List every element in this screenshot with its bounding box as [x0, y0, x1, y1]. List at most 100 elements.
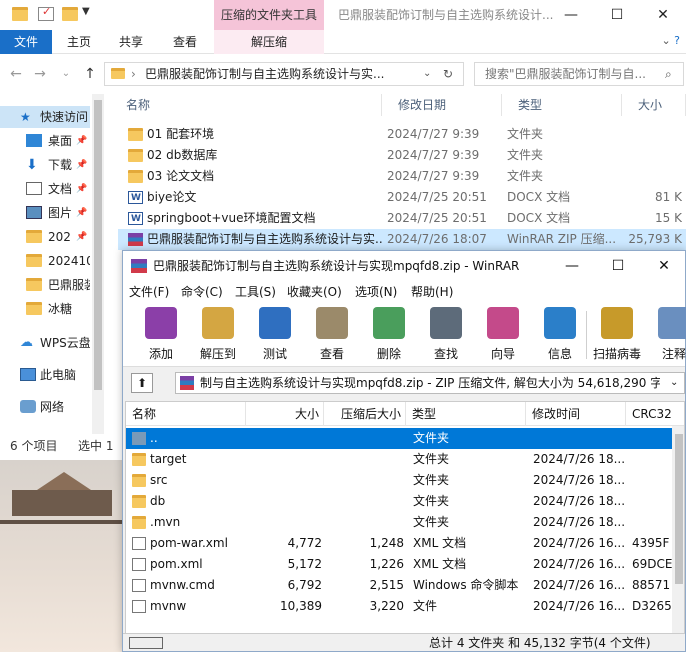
toolbar-button-find[interactable]: 查找 — [418, 307, 474, 365]
recent-locations-icon[interactable]: ⌄ — [56, 64, 76, 84]
archive-item-packed: 1,226 — [369, 557, 404, 571]
tab-home[interactable]: 主页 — [56, 30, 102, 54]
nav-item-documents[interactable]: 文档 📌 — [0, 178, 90, 200]
nav-item-pictures[interactable]: 图片 📌 — [0, 202, 90, 224]
forward-icon[interactable]: → — [30, 64, 50, 84]
toolbar-button-info[interactable]: 信息 — [532, 307, 588, 365]
address-bar-row: ← → ⌄ ↑ › 巴鼎服装配饰订制与自主选购系统设计与实... ⌄ ↻ 搜索"… — [0, 60, 686, 88]
column-header-name[interactable]: 名称 — [110, 94, 382, 116]
archive-row-8[interactable]: mvnw 10,389 3,220 文件 2024/7/26 16... D3265 — [126, 596, 672, 617]
archive-row-4[interactable]: .mvn 文件夹 2024/7/26 18... — [126, 512, 672, 533]
archive-row-1[interactable]: target 文件夹 2024/7/26 18... — [126, 449, 672, 470]
nav-item-folder-202410[interactable]: 202410 — [0, 250, 90, 272]
file-row-3[interactable]: biye论文 2024/7/25 20:51 DOCX 文档 81 K — [118, 187, 686, 209]
archive-row-3[interactable]: db 文件夹 2024/7/26 18... — [126, 491, 672, 512]
nav-item-network[interactable]: 网络 — [0, 396, 90, 418]
customize-toolbar-icon[interactable]: ▼ — [82, 6, 90, 17]
archive-item-type: 文件夹 — [413, 494, 450, 508]
search-icon[interactable]: ⌕ — [665, 63, 672, 85]
path-dropdown-icon[interactable]: ⌄ — [670, 373, 678, 393]
scroll-thumb[interactable] — [675, 434, 683, 584]
maximize-button[interactable]: ☐ — [594, 0, 640, 30]
column-header-name[interactable]: 名称 — [126, 402, 246, 426]
menu-favorites[interactable]: 收藏夹(O) — [287, 281, 342, 303]
toolbar-button-test[interactable]: 测试 — [247, 307, 303, 365]
toolbar-button-comment[interactable]: 注释 — [646, 307, 686, 365]
toolbar-button-wizard[interactable]: 向导 — [475, 307, 531, 365]
new-folder-icon[interactable] — [62, 7, 78, 21]
back-icon[interactable]: ← — [6, 64, 26, 84]
explorer-status-bar: 6 个项目 选中 1 — [0, 434, 130, 458]
scroll-thumb[interactable] — [94, 100, 102, 390]
file-row-0[interactable]: 01 配套环境 2024/7/27 9:39 文件夹 — [118, 124, 686, 145]
close-button[interactable]: ✕ — [640, 0, 686, 30]
toolbar-button-delete[interactable]: 删除 — [361, 307, 417, 365]
column-header-size[interactable]: 大小 — [246, 402, 324, 426]
menu-help[interactable]: 帮助(H) — [411, 281, 453, 303]
refresh-icon[interactable]: ↻ — [443, 63, 453, 85]
folder-icon — [26, 254, 42, 267]
toolbar-button-add-archive[interactable]: 添加 — [133, 307, 189, 365]
toolbar-button-virus-scan[interactable]: 扫描病毒 — [589, 307, 645, 365]
column-header-modified[interactable]: 修改时间 — [526, 402, 626, 426]
minimize-button[interactable]: — — [549, 251, 595, 281]
menu-commands[interactable]: 命令(C) — [181, 281, 223, 303]
archive-item-modified: 2024/7/26 16... — [533, 578, 625, 592]
view-icon — [316, 307, 348, 339]
file-type: DOCX 文档 — [507, 211, 571, 225]
file-row-1[interactable]: 02 db数据库 2024/7/27 9:39 文件夹 — [118, 145, 686, 166]
archive-scrollbar[interactable] — [672, 426, 684, 638]
nav-item-folder-badingfuzhuang[interactable]: 巴鼎服装 — [0, 274, 90, 296]
archive-item-size: 5,172 — [287, 557, 322, 571]
nav-item-folder-202[interactable]: 202 📌 — [0, 226, 90, 248]
tab-view[interactable]: 查看 — [162, 30, 208, 54]
archive-row-2[interactable]: src 文件夹 2024/7/26 18... — [126, 470, 672, 491]
archive-row-5[interactable]: pom-war.xml 4,772 1,248 XML 文档 2024/7/26 16.… — [126, 533, 672, 554]
archive-row-7[interactable]: mvnw.cmd 6,792 2,515 Windows 命令脚本 2024/7/26 … — [126, 575, 672, 596]
close-button[interactable]: ✕ — [641, 251, 686, 281]
nav-item-wps-cloud[interactable]: ☁ WPS云盘 — [0, 332, 90, 354]
file-name: springboot+vue环境配置文档 — [147, 211, 316, 225]
archive-row-0[interactable]: .. 文件夹 — [126, 428, 672, 449]
menu-options[interactable]: 选项(N) — [355, 281, 397, 303]
menu-file[interactable]: 文件(F) — [129, 281, 169, 303]
expand-ribbon-icon[interactable]: ⌄ ? — [661, 34, 680, 47]
nav-item-downloads[interactable]: ⬇ 下载 📌 — [0, 154, 90, 176]
minimize-button[interactable]: — — [548, 0, 594, 30]
compressed-folder-tools-tab[interactable]: 压缩的文件夹工具 — [214, 0, 324, 30]
help-icon[interactable]: ? — [674, 34, 680, 47]
nav-item-this-pc[interactable]: 此电脑 — [0, 364, 90, 386]
file-row-5[interactable]: 巴鼎服装配饰订制与自主选购系统设计与实... 2024/7/26 18:07 Win… — [118, 229, 686, 250]
column-header-crc32[interactable]: CRC32 — [626, 402, 684, 426]
nav-item-quick-access[interactable]: ★ 快速访问 — [0, 106, 90, 128]
column-header-date[interactable]: 修改日期 — [382, 94, 502, 116]
tab-extract[interactable]: 解压缩 — [214, 30, 324, 54]
column-header-type[interactable]: 类型 — [502, 94, 622, 116]
up-icon[interactable]: ↑ — [80, 64, 100, 84]
file-list-header: 名称 修改日期 类型 大小 — [110, 94, 686, 116]
column-header-packed[interactable]: 压缩后大小 — [324, 402, 406, 426]
toolbar-button-extract-to[interactable]: 解压到 — [190, 307, 246, 365]
menu-tools[interactable]: 工具(S) — [235, 281, 276, 303]
search-input[interactable]: 搜索"巴鼎服装配饰订制与自... ⌕ — [474, 62, 684, 86]
column-header-type[interactable]: 类型 — [406, 402, 526, 426]
file-row-2[interactable]: 03 论文文档 2024/7/27 9:39 文件夹 — [118, 166, 686, 187]
nav-scrollbar[interactable] — [92, 94, 104, 434]
column-header-size[interactable]: 大小 — [622, 94, 686, 116]
archive-path-field[interactable]: 制与自主选购系统设计与实现mpqfd8.zip - ZIP 压缩文件, 解包大小… — [175, 372, 685, 394]
pin-icon: 📌 — [76, 160, 88, 170]
toolbar-button-view[interactable]: 查看 — [304, 307, 360, 365]
properties-icon[interactable]: ✓ — [38, 5, 54, 21]
nav-item-folder-bingtang[interactable]: 冰糖 — [0, 298, 90, 320]
file-row-4[interactable]: springboot+vue环境配置文档 2024/7/25 20:51 DOCX … — [118, 208, 686, 230]
tab-file[interactable]: 文件 — [0, 30, 52, 54]
winrar-window: 巴鼎服装配饰订制与自主选购系统设计与实现mpqfd8.zip - WinRAR … — [122, 250, 686, 652]
maximize-button[interactable]: ☐ — [595, 251, 641, 281]
archive-row-6[interactable]: pom.xml 5,172 1,226 XML 文档 2024/7/26 16... 69… — [126, 554, 672, 575]
nav-item-desktop[interactable]: 桌面 📌 — [0, 130, 90, 152]
tab-share[interactable]: 共享 — [108, 30, 154, 54]
address-dropdown-icon[interactable]: ⌄ — [423, 63, 431, 85]
archive-item-modified: 2024/7/26 18... — [533, 494, 625, 508]
address-input[interactable]: › 巴鼎服装配饰订制与自主选购系统设计与实... ⌄ ↻ — [104, 62, 464, 86]
up-one-level-button[interactable]: ⬆ — [131, 373, 153, 393]
